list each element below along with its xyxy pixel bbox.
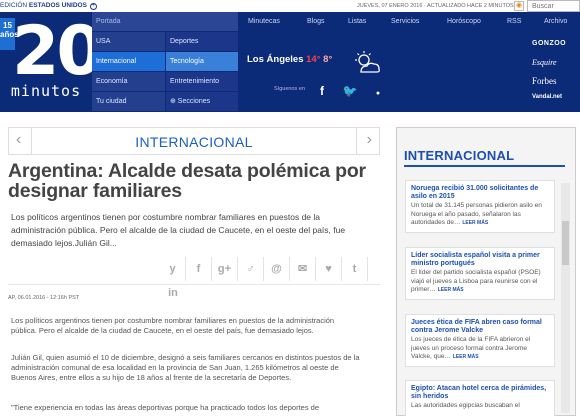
article-paragraph: Los políticos argentinos tienen por cost…: [11, 316, 335, 335]
nav-economia[interactable]: Economía: [92, 72, 165, 92]
menu-blogs[interactable]: Blogs: [307, 18, 325, 25]
nav-portada[interactable]: Portada: [92, 12, 238, 32]
partner-forbes[interactable]: Forbes: [532, 76, 580, 94]
site-header: 15 años 20 minutos Portada USA Internaci…: [0, 12, 580, 112]
partner-logos: GONZOO Esquire Forbes Vandal.net: [532, 40, 580, 112]
sidebar-card[interactable]: Egipto: Atacan hotel cerca de pirámides,…: [405, 380, 555, 416]
read-more-link[interactable]: LEER MÁS: [453, 354, 479, 360]
section-header: ‹ INTERNACIONAL ›: [8, 127, 380, 155]
article-byline: AP, 06.01.2016 - 12:16h PST: [8, 295, 80, 301]
nav-deportes[interactable]: Deportes: [165, 32, 238, 52]
meneame-share-icon[interactable]: ♂: [238, 257, 264, 281]
section-title: INTERNACIONAL: [135, 134, 253, 150]
weather-high: 14°: [306, 54, 321, 65]
card-title[interactable]: Egipto: Atacan hotel cerca de pirámides,…: [411, 385, 549, 401]
date-line: JUEVES, 07 ENERO 2016 · ACTUALIZADO HACE…: [357, 3, 514, 9]
edition-prefix: EDICIÓN: [0, 2, 28, 9]
sidebar-title: INTERNACIONAL: [404, 148, 515, 163]
logo-number: 20: [12, 12, 104, 91]
article-paragraph: "Tiene experiencia en todas las áreas de…: [11, 403, 319, 412]
scrollbar-thumb[interactable]: [562, 221, 569, 265]
message-share-icon[interactable]: ✉: [290, 257, 316, 281]
facebook-icon[interactable]: f: [320, 84, 324, 98]
read-more-link[interactable]: LEER MÁS: [462, 220, 488, 226]
nav-internacional[interactable]: Internacional: [92, 52, 165, 72]
top-bar: EDICIÓN ESTADOS UNIDOS + JUEVES, 07 ENER…: [0, 0, 580, 12]
weather-low: 8°: [323, 54, 333, 65]
menu-rss[interactable]: RSS: [507, 18, 521, 25]
divider-right: [356, 128, 357, 154]
weather-widget[interactable]: Los Ángeles 14° 8°: [247, 54, 332, 65]
card-desc: El líder del partido socialista español …: [411, 269, 541, 293]
sidebar-card[interactable]: Jueces ética de FIFA abren caso formal c…: [405, 314, 555, 367]
partner-gonzoo[interactable]: GONZOO: [532, 40, 580, 58]
edition-name: ESTADOS UNIDOS: [28, 2, 87, 9]
read-more-link[interactable]: LEER MÁS: [438, 287, 464, 293]
search-input[interactable]: [527, 0, 580, 12]
rss-icon[interactable]: ◉: [514, 1, 524, 11]
sidebar-card[interactable]: Noruega recibió 31.000 solicitantes de a…: [405, 180, 555, 233]
menu-archivo[interactable]: Archivo: [544, 18, 567, 25]
nav-usa[interactable]: USA: [92, 32, 165, 52]
article-paragraph: Julián Gil, quien asumió el 10 de diciem…: [11, 353, 360, 382]
menu-servicios[interactable]: Servicios: [391, 18, 419, 25]
divider: [8, 284, 380, 285]
edition-selector[interactable]: EDICIÓN ESTADOS UNIDOS +: [0, 2, 97, 10]
article-column: ‹ INTERNACIONAL › Argentina: Alcalde des…: [8, 127, 380, 416]
partner-esquire[interactable]: Esquire: [532, 58, 580, 76]
card-title[interactable]: Jueces ética de FIFA abren caso formal c…: [411, 319, 549, 335]
sidebar-card[interactable]: Líder socialista español visita a primer…: [405, 247, 555, 300]
sidebar-title-underline: [404, 165, 565, 167]
facebook-share-icon[interactable]: f: [186, 257, 212, 281]
menu-horoscopo[interactable]: Horóscopo: [447, 18, 481, 25]
sidebar-scrollbar[interactable]: [561, 183, 570, 413]
card-title[interactable]: Noruega recibió 31.000 solicitantes de a…: [411, 185, 549, 201]
article-headline: Argentina: Alcalde desata polémica por d…: [8, 160, 366, 202]
pocket-share-icon[interactable]: ♥: [316, 257, 342, 281]
nav-entretenimiento[interactable]: Entretenimiento: [165, 72, 238, 92]
nav-secciones[interactable]: ⊕ Secciones: [165, 92, 238, 112]
logo-word: minutos: [10, 82, 82, 100]
email-share-icon[interactable]: @: [264, 257, 290, 281]
plus-circle-icon[interactable]: +: [89, 3, 97, 10]
menu-minutecas[interactable]: Minutecas: [248, 18, 280, 25]
follow-label: Síguenos en: [274, 86, 305, 92]
twitter-share-icon[interactable]: y: [160, 257, 186, 281]
partly-cloudy-icon: [355, 51, 380, 73]
dot-icon[interactable]: ●: [376, 90, 380, 97]
top-menu: Minutecas Blogs Listas Servicios Horósco…: [238, 12, 580, 32]
twitter-icon[interactable]: 🐦: [342, 84, 357, 98]
article-lead: Los políticos argentinos tienen por cost…: [11, 212, 346, 248]
next-arrow-icon[interactable]: ›: [367, 131, 372, 149]
menu-listas[interactable]: Listas: [348, 18, 366, 25]
nav-tecnologia[interactable]: Tecnología: [165, 52, 238, 72]
googleplus-share-icon[interactable]: g+: [212, 257, 238, 281]
card-desc: Las autoridades egipcias buscaban el: [411, 402, 520, 409]
sidebar-panel: INTERNACIONAL Noruega recibió 31.000 sol…: [396, 127, 576, 416]
partner-vandal[interactable]: Vandal.net: [532, 94, 580, 112]
social-links: f 🐦 ●: [320, 82, 394, 100]
nav-tu-ciudad[interactable]: Tu ciudad: [92, 92, 165, 112]
site-logo[interactable]: 15 años 20 minutos: [0, 12, 104, 106]
share-bar: y f g+ ♂ @ ✉ ♥ tin: [160, 257, 378, 299]
card-title[interactable]: Líder socialista español visita a primer…: [411, 252, 549, 268]
tumblr-share-icon[interactable]: t: [342, 257, 368, 281]
section-nav: Portada USA Internacional Economía Tu ci…: [92, 12, 238, 112]
weather-city: Los Ángeles: [247, 54, 304, 65]
